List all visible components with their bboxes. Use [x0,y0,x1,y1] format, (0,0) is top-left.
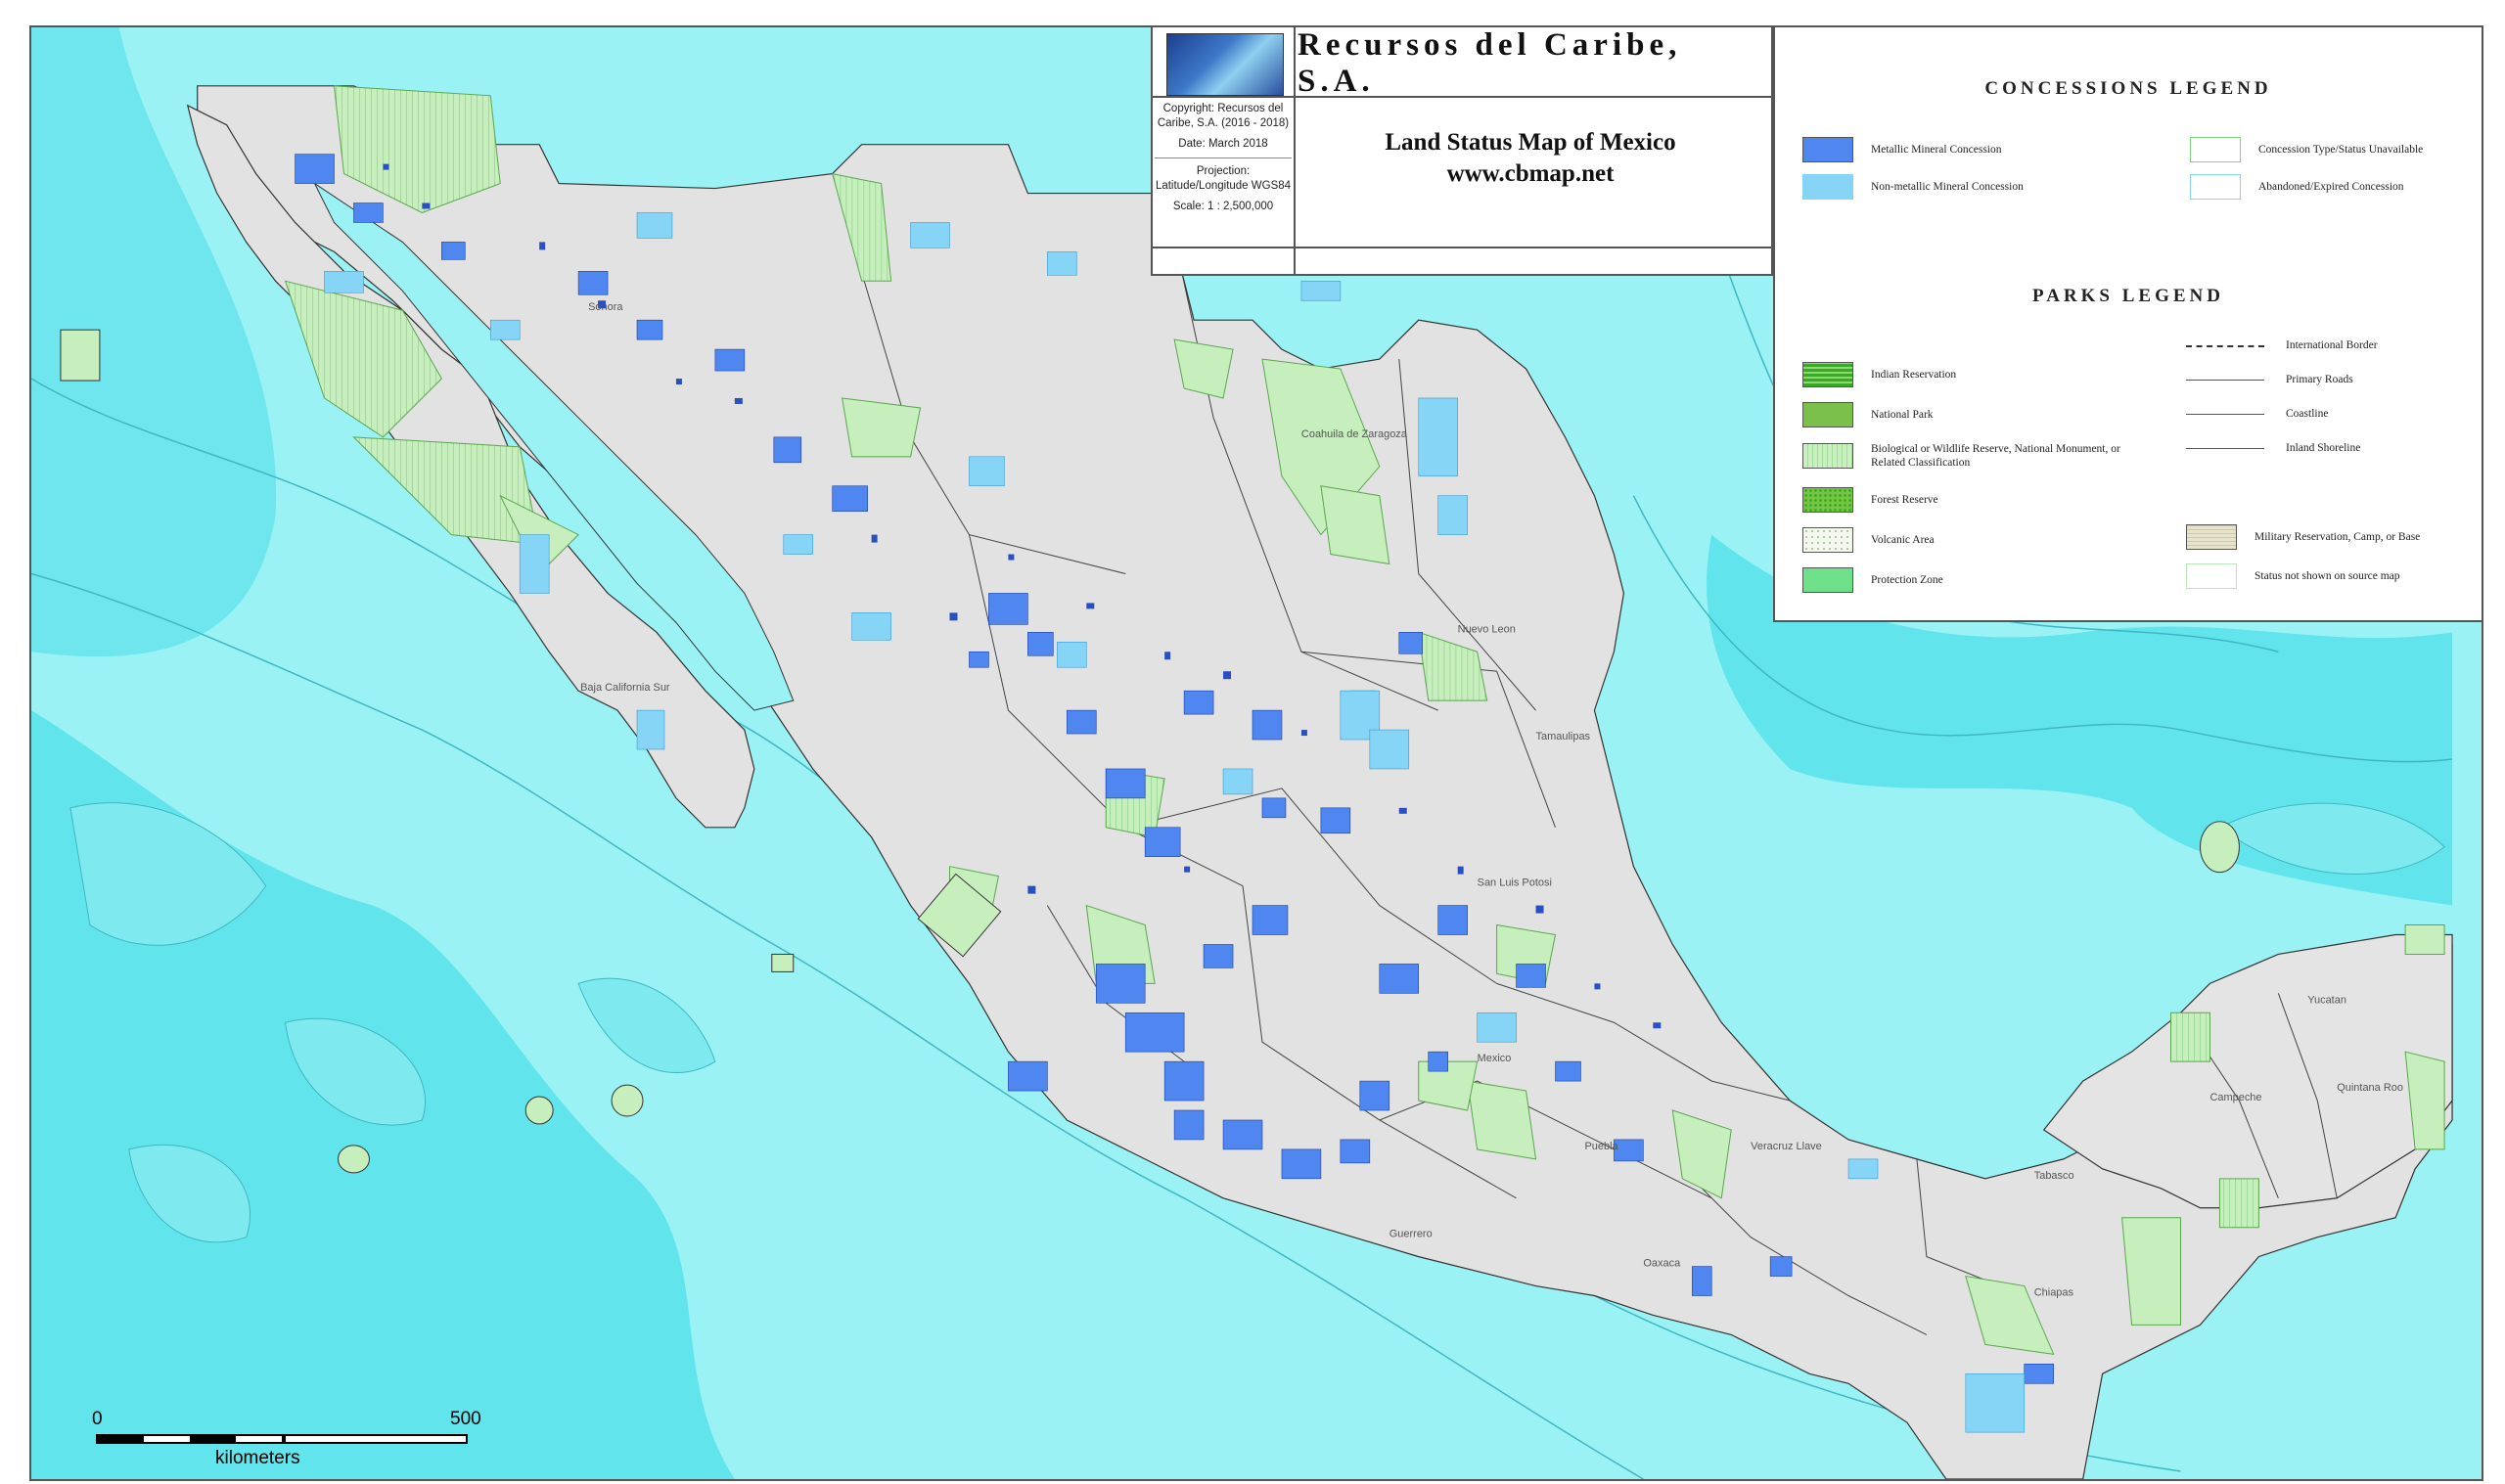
map-metadata: Copyright: Recursos del Caribe, S.A. (20… [1155,102,1292,220]
reserve-area [2218,1178,2259,1229]
legend-military-reservation: Military Reservation, Camp, or Base [2186,524,2420,550]
legend-line [2186,442,2264,454]
label-puebla: Puebla [1584,1141,1618,1152]
label-san-luis: San Luis Potosi [1478,877,1552,889]
legend-coastline: Coastline [2186,407,2328,421]
legend-forest-reserve: Forest Reserve [1802,487,1938,513]
island-alacranes [2199,821,2240,874]
label-coahuila: Coahuila de Zaragoza [1301,428,1408,440]
legend-line [2186,339,2264,351]
reserve-area [842,397,922,458]
legend-swatch [2190,137,2241,162]
legend-label: National Park [1871,409,1934,421]
legend-swatch [1802,527,1853,553]
legend-international-border: International Border [2186,338,2378,352]
copyright-text: Copyright: Recursos del Caribe, S.A. (20… [1157,103,1290,129]
legend-volcanic-area: Volcanic Area [1802,527,1935,553]
legend-national-park: National Park [1802,402,1934,427]
title-divider [1294,27,1296,274]
label-chiapas: Chiapas [2034,1287,2074,1299]
legend-line [2186,408,2264,420]
label-baja-sur: Baja California Sur [580,682,670,694]
legend-label: Volcanic Area [1871,534,1935,546]
legend-indian-reservation: Indian Reservation [1802,362,1956,387]
reserve-area [2121,1217,2181,1326]
legend-non-metallic: Non-metallic Mineral Concession [1802,174,2024,200]
legend-label: Abandoned/Expired Concession [2258,181,2404,193]
legend-label: Protection Zone [1871,574,1943,586]
legend-swatch [1802,174,1853,200]
legend-label: Coastline [2286,408,2329,420]
legend-swatch [1802,362,1853,387]
label-tamaulipas: Tamaulipas [1536,731,1591,742]
map-title: Land Status Map of Mexico [1385,129,1676,156]
legend-label: Inland Shoreline [2286,442,2361,454]
legend-type-unavailable: Concession Type/Status Unavailable [2190,137,2423,162]
legend-label: Concession Type/Status Unavailable [2258,144,2424,156]
legend-label: Metallic Mineral Concession [1871,144,2002,156]
title-divider [1153,247,1771,248]
map-url[interactable]: www.cbmap.net [1298,160,1763,188]
label-oaxaca: Oaxaca [1643,1258,1681,1270]
label-yucatan: Yucatan [2307,994,2346,1006]
label-nuevo-leon: Nuevo Leon [1458,623,1516,635]
date-text: Date: March 2018 [1178,138,1268,150]
legend-label: Non-metallic Mineral Concession [1871,181,2024,193]
legend-label: Biological or Wildlife Reserve, National… [1871,443,2120,469]
legend-biological-reserve: Biological or Wildlife Reserve, National… [1802,442,2125,470]
legend-label: Indian Reservation [1871,369,1957,381]
legend-swatch [1802,567,1853,593]
legend-status-not-shown: Status not shown on source map [2186,563,2400,589]
island-socorro [611,1084,644,1117]
legend-swatch [2186,524,2237,550]
legend-inland-shoreline: Inland Shoreline [2186,441,2360,455]
legend-panel: CONCESSIONS LEGEND Metallic Mineral Conc… [1773,25,2483,622]
label-sonora: Sonora [588,301,623,313]
island-partida [338,1145,370,1174]
legend-metallic: Metallic Mineral Concession [1802,137,2002,162]
label-tabasco: Tabasco [2034,1170,2074,1182]
label-mexico: Mexico [1478,1053,1512,1064]
legend-swatch [2186,563,2237,589]
scale-end-label: 500 [450,1409,481,1429]
company-name: Recursos del Caribe, S.A. [1298,27,1682,99]
concessions-legend-heading: CONCESSIONS LEGEND [1984,78,2272,99]
legend-label: Status not shown on source map [2254,570,2400,582]
scale-text: Scale: 1 : 2,500,000 [1172,201,1274,212]
legend-label: Military Reservation, Camp, or Base [2254,531,2421,543]
reserve-area [1320,485,1390,565]
legend-swatch [2190,174,2241,200]
reserve-area [2404,924,2445,955]
scale-unit-label: kilometers [215,1448,300,1468]
company-logo-image [1166,33,1284,96]
label-campeche: Campeche [2209,1092,2261,1103]
legend-primary-roads: Primary Roads [2186,373,2353,386]
legend-swatch [1802,402,1853,427]
legend-line [2186,374,2264,385]
island-roca [524,1096,554,1125]
legend-label: International Border [2286,339,2378,351]
legend-protection-zone: Protection Zone [1802,567,1943,593]
legend-label: Primary Roads [2286,374,2353,385]
island-guadalupe [60,329,101,382]
title-block: Recursos del Caribe, S.A. Copyright: Rec… [1151,25,1773,276]
scale-bar: 0 500 kilometers [92,1409,481,1468]
projection-text: Projection: Latitude/Longitude WGS84 [1155,165,1292,192]
reserve-area [2170,1012,2210,1062]
reserve-area [1467,1080,1537,1160]
label-guerrero: Guerrero [1389,1229,1433,1240]
label-quintana-roo: Quintana Roo [2337,1082,2403,1094]
legend-swatch [1802,443,1853,469]
legend-abandoned: Abandoned/Expired Concession [2190,174,2404,200]
title-divider [1153,96,1771,98]
scale-bar-graphic-right [284,1434,468,1444]
parks-legend-heading: PARKS LEGEND [2032,286,2224,306]
legend-swatch [1802,487,1853,513]
legend-label: Forest Reserve [1871,494,1938,506]
legend-swatch [1802,137,1853,162]
label-veracruz: Veracruz Llave [1751,1141,1822,1152]
island-clarion [771,953,795,972]
scale-start-label: 0 [92,1409,103,1429]
